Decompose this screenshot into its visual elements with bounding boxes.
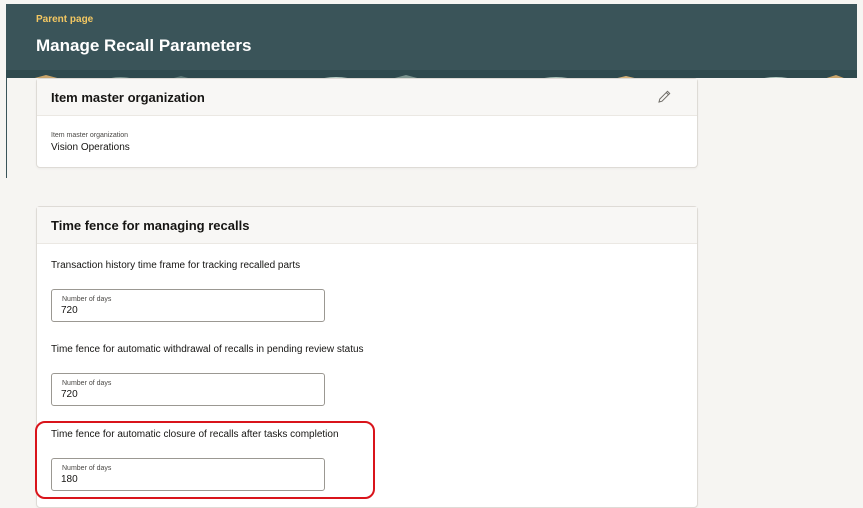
- number-of-days-label: Number of days: [62, 380, 112, 387]
- automatic-closure-description: Time fence for automatic closure of reca…: [51, 429, 339, 440]
- time-fence-card: Time fence for managing recalls Transact…: [36, 206, 698, 508]
- automatic-closure-days-input[interactable]: [61, 474, 301, 485]
- number-of-days-label: Number of days: [62, 296, 112, 303]
- transaction-history-description: Transaction history time frame for track…: [51, 260, 301, 271]
- item-master-section-title: Item master organization: [51, 90, 205, 105]
- time-fence-section-title: Time fence for managing recalls: [51, 218, 250, 233]
- transaction-history-days-field[interactable]: Number of days: [51, 289, 325, 322]
- automatic-withdrawal-description: Time fence for automatic withdrawal of r…: [51, 344, 364, 355]
- parent-page-link[interactable]: Parent page: [36, 14, 93, 25]
- item-master-field-value: Vision Operations: [51, 142, 130, 153]
- automatic-withdrawal-days-input[interactable]: [61, 389, 301, 400]
- item-master-card: Item master organization Item master org…: [36, 78, 698, 168]
- automatic-closure-days-field[interactable]: Number of days: [51, 458, 325, 491]
- number-of-days-label: Number of days: [62, 465, 112, 472]
- page-title: Manage Recall Parameters: [36, 36, 252, 55]
- edit-item-master-button[interactable]: [655, 88, 673, 106]
- time-fence-card-header: Time fence for managing recalls: [37, 207, 697, 244]
- transaction-history-days-input[interactable]: [61, 305, 301, 316]
- header-decorative-pattern: [6, 70, 857, 78]
- automatic-withdrawal-days-field[interactable]: Number of days: [51, 373, 325, 406]
- item-master-field-label: Item master organization: [51, 132, 129, 139]
- left-divider: [6, 78, 7, 178]
- page-header: Parent page Manage Recall Parameters: [6, 4, 857, 70]
- pencil-icon: [658, 90, 671, 103]
- item-master-card-header: Item master organization: [37, 79, 697, 116]
